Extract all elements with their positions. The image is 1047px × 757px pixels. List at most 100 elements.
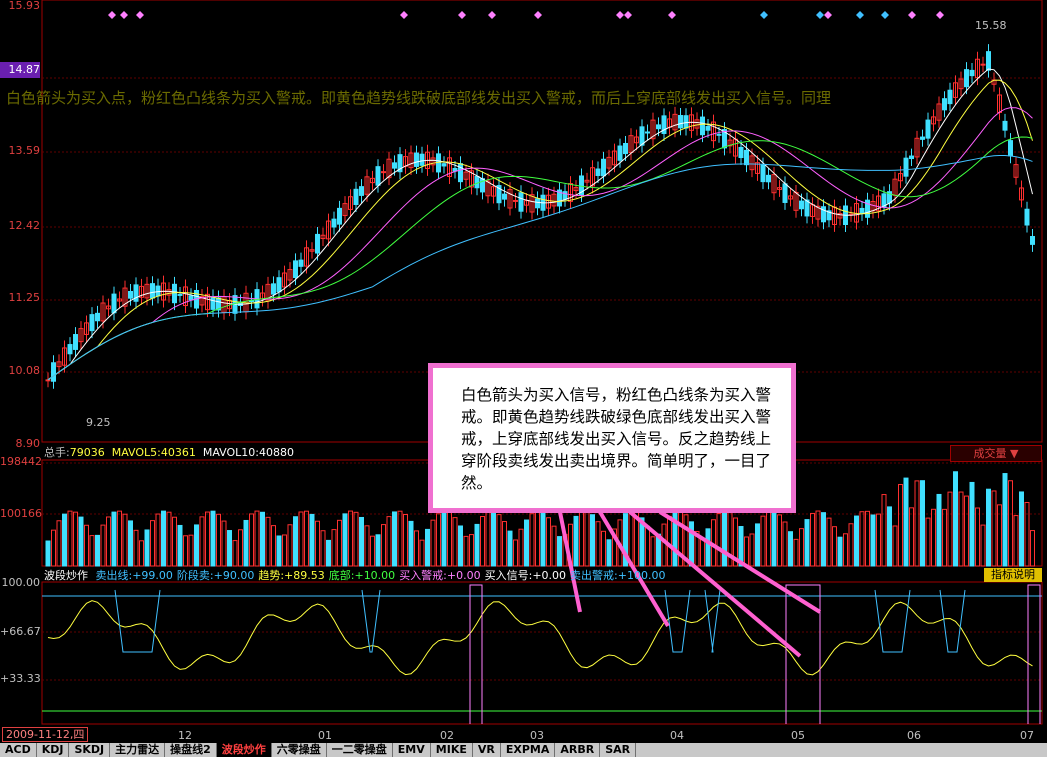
volume-bar xyxy=(414,530,419,567)
volume-header: 总手:79036 MAVOL5:40361 MAVOL10:40880 xyxy=(44,446,294,459)
candle-body xyxy=(678,115,683,129)
candle-body xyxy=(738,146,744,159)
volume-bar xyxy=(232,540,238,567)
volume-bar xyxy=(920,480,925,567)
x-axis-month-label: 07 xyxy=(1020,729,1034,742)
tab-1[interactable]: KDJ xyxy=(37,743,70,757)
volume-bar xyxy=(557,536,562,567)
candle-body xyxy=(293,260,298,279)
volume-bar xyxy=(45,540,51,567)
volume-bar xyxy=(172,516,177,567)
price-axis-label: 11.25 xyxy=(8,291,41,304)
signal-diamond-marker xyxy=(824,11,832,19)
volume-bar xyxy=(551,525,557,567)
tab-11[interactable]: EXPMA xyxy=(501,743,556,757)
volume-bar xyxy=(386,516,392,567)
volume-bar xyxy=(84,524,89,567)
volume-bar xyxy=(199,516,205,567)
candle-body xyxy=(1002,120,1008,131)
volume-bar xyxy=(1030,530,1035,567)
tab-0[interactable]: ACD xyxy=(0,743,37,757)
overlay-description-text: 白色箭头为买入点，粉红色凸线条为买入警戒。即黄色趋势线跌破底部线发出买入警戒，而… xyxy=(6,89,832,107)
candle-body xyxy=(315,233,320,254)
volume-bar xyxy=(139,540,144,567)
tab-5[interactable]: 波段炒作 xyxy=(216,743,272,757)
tab-12[interactable]: ARBR xyxy=(555,743,601,757)
volume-bar xyxy=(403,514,408,567)
volume-bar xyxy=(892,525,898,567)
candle-body xyxy=(337,207,342,225)
candle-body xyxy=(920,136,925,140)
volume-bar xyxy=(326,539,331,567)
candle-body xyxy=(67,344,73,355)
volume-bar xyxy=(447,511,452,567)
volume-bar xyxy=(370,535,375,567)
volume-indicator-button[interactable]: 成交量 ▼ xyxy=(950,445,1042,462)
current-price-box: 14.87 xyxy=(0,62,40,78)
moving-average-line xyxy=(47,136,1033,381)
volume-bar xyxy=(942,508,947,567)
volume-bar xyxy=(183,535,188,567)
volume-bar xyxy=(584,510,590,567)
signal-diamond-marker xyxy=(534,11,542,19)
volume-bar xyxy=(430,519,436,567)
tab-7[interactable]: 一二零操盘 xyxy=(327,743,393,757)
candle-body xyxy=(562,191,568,200)
volume-bar xyxy=(227,530,232,567)
volume-bar xyxy=(661,523,667,567)
candle-body xyxy=(150,283,155,299)
volume-bar xyxy=(903,477,909,567)
indicator-header: 波段炒作 卖出线:+99.00 阶段卖:+90.00 趋势:+89.53 底部:+10… xyxy=(44,569,666,582)
volume-bar xyxy=(117,510,122,567)
volume-bar xyxy=(848,523,854,567)
candle-body xyxy=(623,142,628,155)
volume-bar xyxy=(265,516,271,567)
indicator-help-button[interactable]: 指标说明 xyxy=(984,568,1042,582)
candle-body xyxy=(595,168,601,176)
volume-bar xyxy=(359,516,364,567)
candle-body xyxy=(705,125,711,131)
x-axis-month-label: 12 xyxy=(178,729,192,742)
tab-2[interactable]: SKDJ xyxy=(69,743,111,757)
candle-body xyxy=(353,188,359,205)
volume-bar xyxy=(353,511,359,567)
volume-bar xyxy=(337,519,342,567)
volume-bar xyxy=(832,526,837,567)
tab-4[interactable]: 操盘线2 xyxy=(165,743,217,757)
volume-bar xyxy=(441,510,447,567)
tab-8[interactable]: EMV xyxy=(393,743,431,757)
tab-6[interactable]: 六零操盘 xyxy=(272,743,327,757)
volume-bar xyxy=(815,510,821,567)
volume-bar xyxy=(128,520,133,567)
volume-bar xyxy=(936,493,942,567)
volume-bar xyxy=(287,524,293,567)
tab-9[interactable]: MIKE xyxy=(431,743,473,757)
volume-bar xyxy=(650,536,656,567)
candle-body xyxy=(177,293,183,296)
volume-bar xyxy=(67,510,73,567)
volume-bar xyxy=(821,512,826,567)
volume-bar xyxy=(782,521,788,567)
volume-bar xyxy=(62,513,67,567)
volume-bar xyxy=(1008,480,1013,567)
candle-body xyxy=(474,175,480,189)
volume-bar xyxy=(749,533,755,567)
volume-bar xyxy=(419,539,425,567)
volume-bar xyxy=(188,534,194,567)
volume-bar xyxy=(408,520,414,567)
tab-10[interactable]: VR xyxy=(473,743,501,757)
candle-body xyxy=(964,69,969,88)
volume-bar xyxy=(210,510,216,567)
volume-bar xyxy=(947,491,953,567)
tab-13[interactable]: SAR xyxy=(600,743,637,757)
tab-3[interactable]: 主力雷达 xyxy=(110,743,166,757)
volume-bar xyxy=(1002,473,1008,567)
volume-bar xyxy=(546,517,551,567)
volume-bar xyxy=(705,528,711,567)
candle-body xyxy=(381,171,386,174)
volume-bar xyxy=(1024,502,1030,567)
candle-body xyxy=(683,115,689,129)
volume-bar xyxy=(804,519,810,567)
volume-bar xyxy=(375,534,381,567)
volume-bar xyxy=(991,490,997,567)
